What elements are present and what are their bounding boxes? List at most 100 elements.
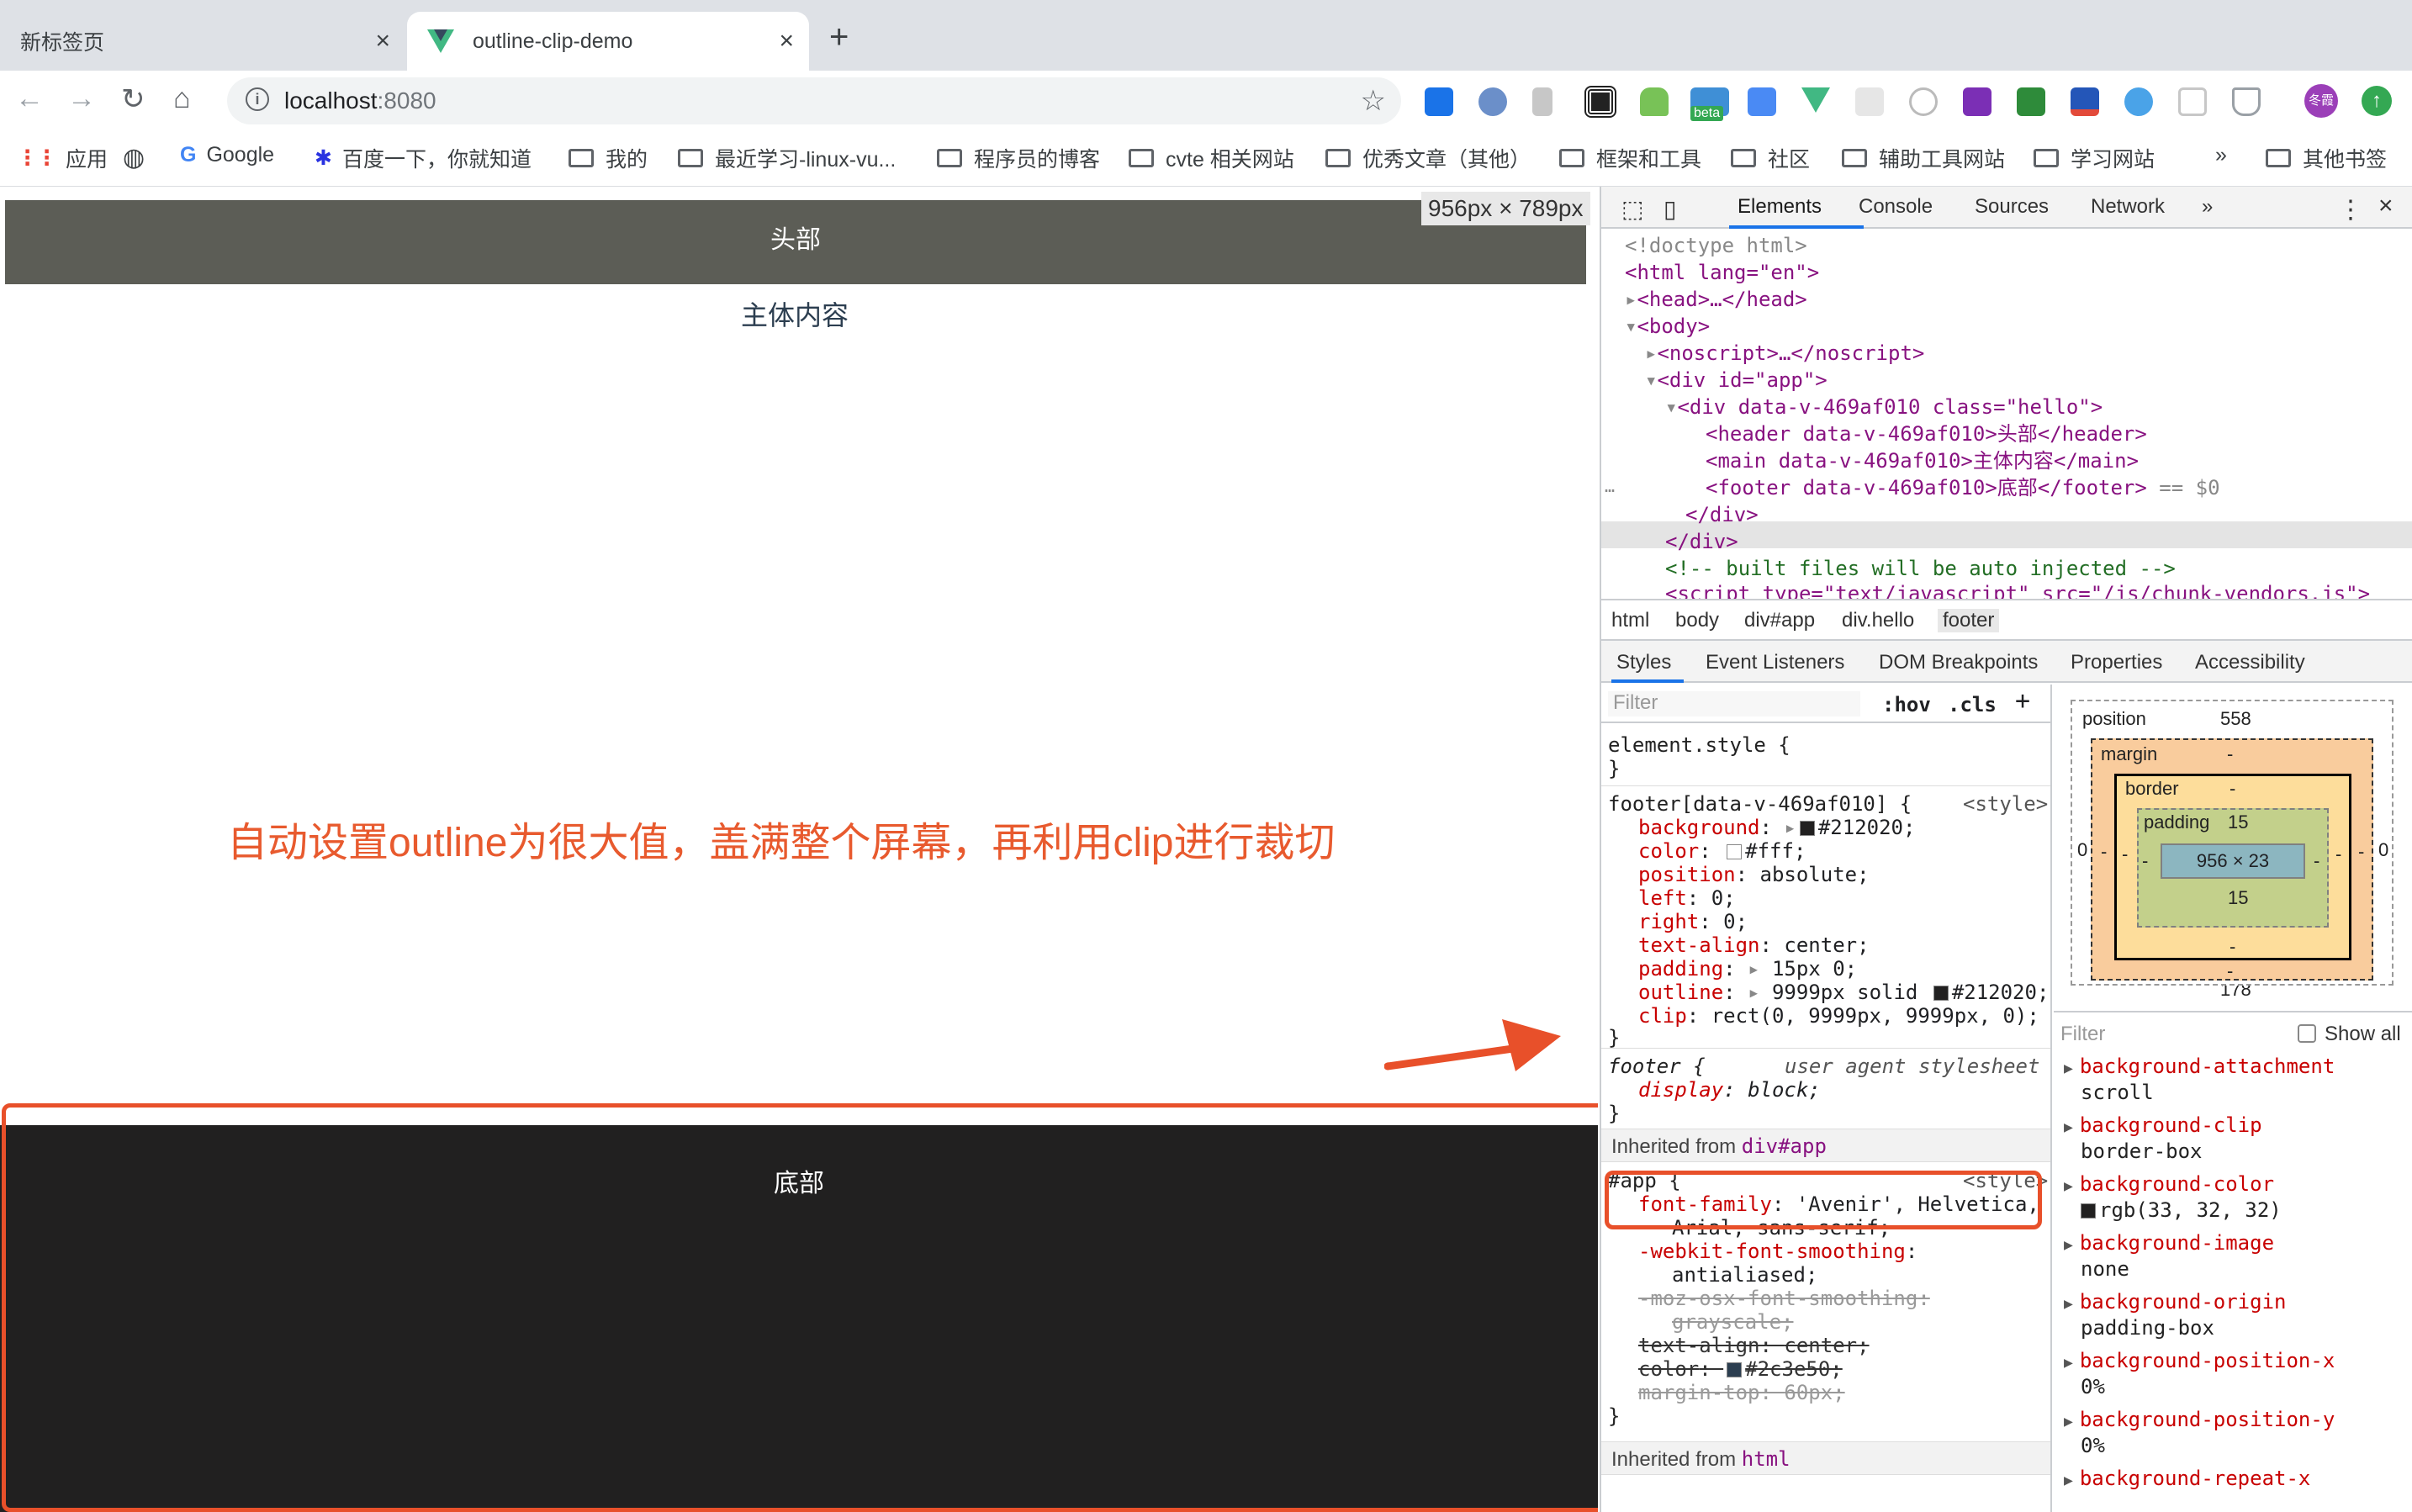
- css-declaration[interactable]: padding: ▸ 15px 0;: [1638, 957, 1857, 981]
- tab-event-listeners[interactable]: Event Listeners: [1706, 651, 1844, 674]
- css-declaration[interactable]: right: 0;: [1638, 910, 1748, 933]
- color-swatch[interactable]: [2081, 1203, 2096, 1219]
- vue-devtools-icon[interactable]: [1801, 87, 1830, 113]
- box-model-border-left[interactable]: -: [2122, 843, 2128, 865]
- tab-sources[interactable]: Sources: [1975, 195, 2049, 219]
- dom-node-selected[interactable]: <footer data-v-469af010>底部</footer> == $…: [1706, 474, 2220, 501]
- computed-property[interactable]: ▶ background-color rgb(33, 32, 32): [2064, 1172, 2282, 1222]
- close-icon[interactable]: ×: [2378, 192, 2393, 220]
- tab-properties[interactable]: Properties: [2071, 651, 2162, 674]
- tab-dom-breakpoints[interactable]: DOM Breakpoints: [1879, 651, 2038, 674]
- device-toggle-icon[interactable]: ▯: [1664, 195, 1676, 223]
- update-arrow-icon[interactable]: ↑: [2362, 86, 2392, 116]
- breadcrumb-item[interactable]: html: [1611, 609, 1649, 632]
- bookmark-folder[interactable]: 辅助工具网站: [1842, 143, 2005, 173]
- computed-property[interactable]: ▶ background-position-x 0%: [2064, 1349, 2335, 1398]
- box-model-padding-top[interactable]: 15: [2228, 812, 2248, 833]
- computed-property[interactable]: ▶ background-repeat-x: [2064, 1467, 2310, 1493]
- tab-network[interactable]: Network: [2091, 195, 2165, 219]
- forward-arrow-icon[interactable]: →: [67, 82, 96, 115]
- box-model-content[interactable]: 956 × 23: [2161, 843, 2305, 879]
- box-model-border-bottom[interactable]: -: [2230, 936, 2235, 958]
- translate-icon[interactable]: [1748, 87, 1776, 116]
- extension-icon[interactable]: [1425, 87, 1453, 116]
- css-declaration[interactable]: -webkit-font-smoothing:: [1638, 1240, 1917, 1263]
- address-bar[interactable]: i localhost:8080 ☆: [227, 77, 1401, 124]
- box-model-position-right[interactable]: 0: [2378, 839, 2388, 861]
- css-declaration[interactable]: background: ▸ #212020;: [1638, 816, 1915, 839]
- extension-icon[interactable]: [1532, 87, 1552, 116]
- copy-icon[interactable]: [2178, 87, 2207, 116]
- box-model-position-value[interactable]: 558: [2220, 708, 2251, 730]
- reload-icon[interactable]: ↻: [121, 82, 145, 116]
- box-model-border-value[interactable]: -: [2230, 778, 2235, 800]
- dom-node[interactable]: ▸<noscript>…</noscript>: [1645, 340, 1924, 367]
- css-rule-selector[interactable]: footer {: [1608, 1055, 1706, 1078]
- box-model-margin-left[interactable]: -: [2101, 841, 2107, 863]
- add-rule-button[interactable]: +: [2015, 689, 2030, 714]
- css-declaration-overridden[interactable]: color: #2c3e50;: [1638, 1357, 1843, 1381]
- extension-icon[interactable]: [1909, 87, 1938, 116]
- breadcrumb-item-active[interactable]: footer: [1938, 609, 2000, 632]
- extension-icon[interactable]: [2017, 87, 2045, 116]
- css-declaration-overridden[interactable]: text-align: center;: [1638, 1334, 1870, 1357]
- box-model-position-bottom[interactable]: 178: [2220, 986, 2251, 997]
- show-all-checkbox[interactable]: [2298, 1024, 2316, 1043]
- bookmark-baidu[interactable]: ✱ 百度一下，你就知道: [315, 143, 532, 173]
- dom-node[interactable]: ▸<head>…</head>: [1625, 286, 1807, 313]
- dom-comment[interactable]: <!-- built files will be auto injected -…: [1665, 555, 2176, 582]
- qr-code-icon[interactable]: [1584, 86, 1616, 118]
- css-declaration-overridden[interactable]: -moz-osx-font-smoothing:: [1638, 1287, 1930, 1310]
- dom-node[interactable]: <main data-v-469af010>主体内容</main>: [1706, 447, 2139, 474]
- styles-filter-input[interactable]: Filter: [1608, 691, 1860, 716]
- color-swatch[interactable]: [1727, 1362, 1743, 1377]
- css-declaration-overridden[interactable]: margin-top: 60px;: [1638, 1381, 1845, 1404]
- new-tab-button[interactable]: +: [829, 19, 849, 56]
- css-declaration[interactable]: outline: ▸ 9999px solid #212020;: [1638, 981, 2049, 1004]
- breadcrumb-item[interactable]: body: [1675, 609, 1719, 632]
- box-model-margin-value[interactable]: -: [2227, 743, 2233, 765]
- bookmark-star-icon[interactable]: ☆: [1361, 84, 1386, 118]
- extension-icon[interactable]: [1963, 87, 1991, 116]
- box-model-padding-left[interactable]: -: [2142, 850, 2148, 872]
- android-icon[interactable]: [1640, 87, 1669, 116]
- color-swatch[interactable]: [1799, 821, 1815, 836]
- computed-property[interactable]: ▶ background-attachment scroll: [2064, 1055, 2335, 1104]
- bookmark-folder[interactable]: 社区: [1731, 143, 1810, 173]
- url-text[interactable]: localhost:8080: [284, 87, 436, 114]
- tab-accessibility[interactable]: Accessibility: [2195, 651, 2305, 674]
- dom-node[interactable]: </div>: [1665, 528, 1738, 555]
- dom-node[interactable]: <script type="text/javascript" src="/js/…: [1665, 580, 2370, 599]
- profile-avatar[interactable]: 冬霞: [2304, 84, 2338, 118]
- css-declaration[interactable]: clip: rect(0, 9999px, 9999px, 0);: [1638, 1004, 2039, 1028]
- computed-filter-input[interactable]: Filter: [2060, 1023, 2105, 1046]
- computed-property[interactable]: ▶ background-image none: [2064, 1231, 2274, 1281]
- info-icon[interactable]: i: [246, 87, 269, 111]
- dom-node[interactable]: ▾<body>: [1625, 313, 1710, 340]
- css-declaration[interactable]: color: #fff;: [1638, 839, 1806, 863]
- tab-new-tab[interactable]: 新标签页 ×: [0, 12, 405, 71]
- bookmark-folder[interactable]: 最近学习-linux-vu...: [678, 143, 896, 173]
- css-source-link[interactable]: <style>: [1963, 792, 2048, 816]
- dom-node[interactable]: <header data-v-469af010>头部</header>: [1706, 420, 2147, 447]
- box-model-padding-bottom[interactable]: 15: [2228, 887, 2248, 909]
- close-icon[interactable]: ×: [375, 27, 390, 56]
- bookmark-folder[interactable]: 我的: [569, 143, 648, 173]
- shield-icon[interactable]: [2232, 87, 2261, 116]
- box-model-border-right[interactable]: -: [2335, 843, 2341, 865]
- css-declaration[interactable]: text-align: center;: [1638, 933, 1870, 957]
- dom-node[interactable]: <!doctype html>: [1625, 232, 1807, 259]
- extension-icon[interactable]: [1478, 87, 1507, 116]
- dom-node[interactable]: </div>: [1685, 501, 1759, 528]
- extension-icon[interactable]: [1855, 87, 1884, 116]
- globe-icon[interactable]: ◍: [123, 143, 145, 172]
- css-rule-selector[interactable]: footer[data-v-469af010] {: [1608, 792, 1912, 816]
- css-declaration[interactable]: display: block;: [1638, 1078, 1821, 1102]
- box-model-position-left[interactable]: 0: [2077, 839, 2087, 861]
- bookmark-folder[interactable]: 框架和工具: [1559, 143, 1701, 173]
- dom-node[interactable]: <html lang="en">: [1625, 259, 1819, 286]
- more-bookmarks-button[interactable]: »: [2215, 143, 2227, 167]
- color-swatch[interactable]: [1933, 986, 1949, 1001]
- bookmark-folder[interactable]: 学习网站: [2034, 143, 2155, 173]
- back-arrow-icon[interactable]: ←: [15, 82, 44, 115]
